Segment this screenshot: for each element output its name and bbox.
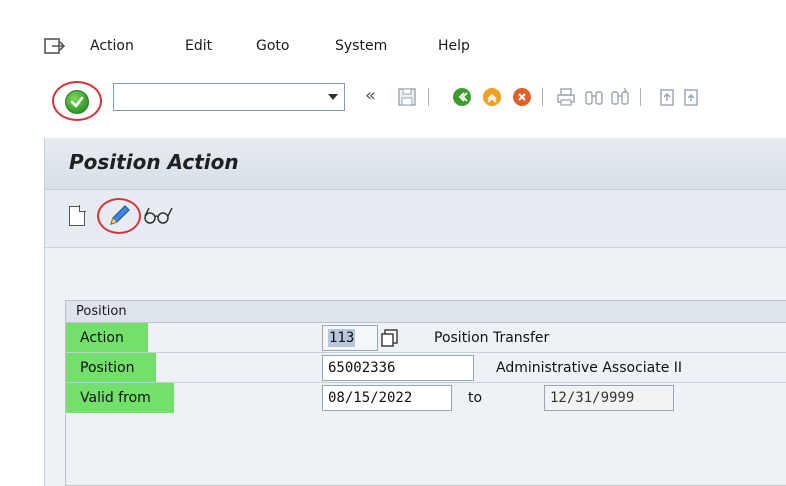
- menu-help[interactable]: Help: [438, 38, 470, 54]
- previous-page-icon[interactable]: [682, 87, 702, 107]
- first-page-icon[interactable]: [658, 87, 678, 107]
- menu-bar: Action Edit Goto System Help: [0, 0, 786, 72]
- to-label: to: [468, 390, 483, 406]
- value-help-icon[interactable]: [380, 327, 400, 349]
- find-next-icon[interactable]: [610, 87, 630, 107]
- position-label: Position: [80, 360, 135, 376]
- valid-from-label: Valid from: [80, 390, 151, 406]
- cancel-icon[interactable]: [512, 87, 532, 107]
- print-icon[interactable]: [556, 87, 576, 107]
- pencil-icon: [110, 205, 130, 225]
- save-icon[interactable]: [397, 87, 417, 107]
- action-type-value: 113: [328, 329, 356, 347]
- back-icon[interactable]: [452, 87, 472, 107]
- chevron-down-icon[interactable]: [328, 94, 338, 100]
- display-glasses-icon[interactable]: [141, 204, 175, 226]
- screen-area: Position Action Position Action 113 Posi…: [44, 138, 786, 486]
- position-group: Position Action 113 Position Transfer Po…: [65, 300, 786, 486]
- menu-edit[interactable]: Edit: [185, 38, 212, 54]
- enter-check-icon: [65, 90, 89, 114]
- exit-menu-icon[interactable]: [44, 36, 66, 56]
- page-title: Position Action: [69, 150, 239, 174]
- toolbar-separator: [428, 88, 429, 106]
- standard-toolbar: «: [0, 72, 786, 126]
- toolbar-separator: [542, 88, 543, 106]
- menu-action[interactable]: Action: [90, 38, 134, 54]
- enter-button-highlight[interactable]: [52, 81, 102, 121]
- history-back-icon[interactable]: «: [365, 85, 376, 106]
- valid-from-row: Valid from 08/15/2022 to 12/31/9999: [66, 383, 786, 413]
- valid-from-field[interactable]: 08/15/2022: [322, 385, 452, 411]
- change-button-highlight[interactable]: [97, 198, 141, 234]
- create-document-icon[interactable]: [69, 205, 86, 226]
- group-title: Position: [66, 301, 786, 323]
- action-type-description: Position Transfer: [434, 330, 550, 346]
- toolbar-separator: [640, 88, 641, 106]
- position-field[interactable]: 65002336: [322, 355, 474, 381]
- position-description: Administrative Associate II: [496, 360, 683, 376]
- title-bar: Position Action: [45, 138, 786, 190]
- action-row: Action 113 Position Transfer: [66, 323, 786, 353]
- application-toolbar: [45, 190, 786, 248]
- menu-goto[interactable]: Goto: [256, 38, 289, 54]
- action-type-field[interactable]: 113: [322, 325, 378, 351]
- command-field[interactable]: [113, 83, 345, 111]
- valid-to-field: 12/31/9999: [544, 385, 674, 411]
- position-row: Position 65002336 Administrative Associa…: [66, 353, 786, 383]
- menu-system[interactable]: System: [335, 38, 387, 54]
- find-icon[interactable]: [584, 87, 604, 107]
- action-label: Action: [80, 330, 124, 346]
- exit-icon[interactable]: [482, 87, 502, 107]
